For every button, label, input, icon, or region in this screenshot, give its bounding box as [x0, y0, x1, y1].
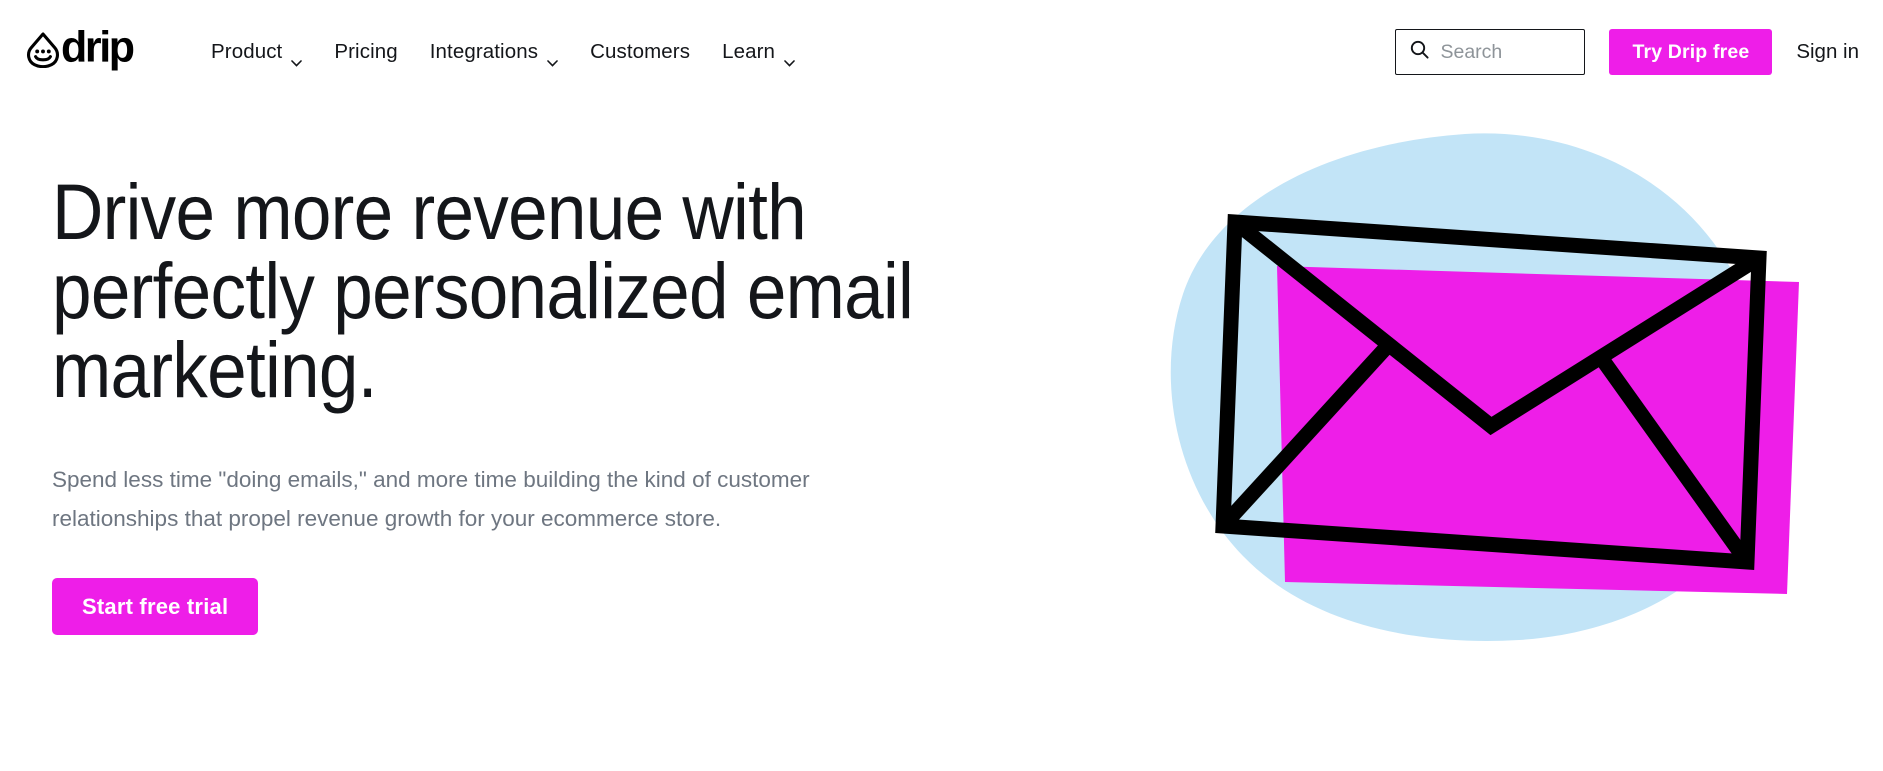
chevron-down-icon: [291, 49, 303, 67]
sign-in-link[interactable]: Sign in: [1796, 40, 1859, 64]
hero-subtitle: Spend less time "doing emails," and more…: [52, 467, 810, 531]
logo-wordmark: drip: [61, 23, 139, 76]
logo-link[interactable]: drip: [26, 23, 139, 76]
search-icon: [1410, 40, 1430, 64]
chevron-down-icon: [547, 49, 558, 67]
nav-item-learn[interactable]: Learn: [706, 30, 811, 74]
header-actions: Try Drip free Sign in: [1395, 29, 1859, 75]
site-header: drip Product Pricing Integrations Custom…: [0, 0, 1883, 104]
nav-item-label: Product: [211, 40, 283, 63]
nav-item-label: Customers: [590, 40, 691, 63]
page-title: Drive more revenue with perfectly person…: [52, 167, 914, 414]
nav-item-label: Integrations: [429, 40, 539, 63]
nav-item-product[interactable]: Product: [195, 30, 318, 74]
hero-copy: Drive more revenue with perfectly person…: [52, 167, 1052, 636]
try-drip-free-button[interactable]: Try Drip free: [1609, 29, 1773, 75]
chevron-down-icon: [784, 49, 795, 67]
svg-text:drip: drip: [61, 29, 133, 71]
nav-item-customers[interactable]: Customers: [574, 30, 706, 74]
primary-navigation: Product Pricing Integrations Customers L…: [195, 30, 811, 74]
hero-section: Drive more revenue with perfectly person…: [0, 104, 1883, 771]
envelope-illustration: [1147, 126, 1847, 646]
search-input[interactable]: [1440, 40, 1571, 64]
nav-item-integrations[interactable]: Integrations: [414, 30, 574, 74]
drip-droplet-smiley-icon: [26, 31, 60, 73]
search-box[interactable]: [1395, 29, 1586, 75]
nav-item-label: Pricing: [334, 40, 398, 63]
start-free-trial-button[interactable]: Start free trial: [52, 578, 259, 636]
nav-item-label: Learn: [722, 40, 776, 63]
nav-item-pricing[interactable]: Pricing: [318, 30, 413, 74]
